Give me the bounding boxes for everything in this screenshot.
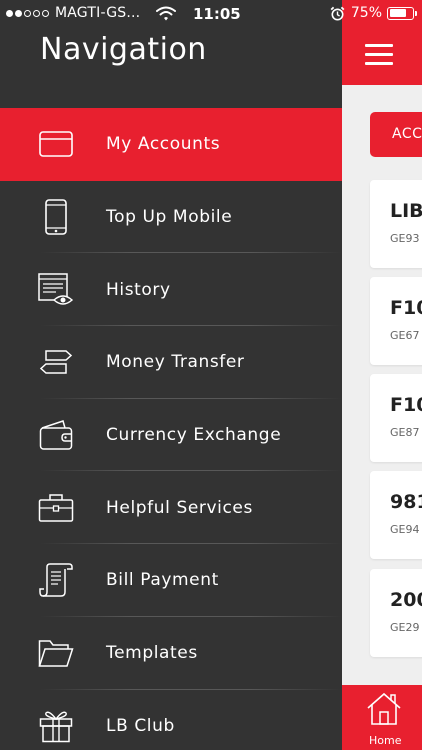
account-card[interactable]: 200 GE29 — [370, 569, 422, 657]
home-icon — [367, 692, 401, 725]
receipt-icon — [37, 561, 75, 599]
home-label: Home — [369, 734, 402, 747]
battery-level — [389, 9, 406, 17]
nav-item-lb-club[interactable]: LB Club — [0, 690, 342, 750]
nav-item-label: Helpful Services — [106, 497, 253, 518]
card-icon — [37, 125, 75, 163]
account-name: F10 — [390, 297, 422, 319]
carrier-name: MAGTI-GS... — [55, 5, 141, 21]
wifi-icon — [156, 6, 177, 20]
hamburger-menu-icon[interactable] — [365, 44, 393, 66]
nav-item-templates[interactable]: Templates — [0, 617, 342, 690]
status-time: 11:05 — [193, 5, 241, 23]
account-name: F10 — [390, 394, 422, 416]
history-eye-icon — [37, 271, 75, 309]
account-name: 981 — [390, 491, 422, 513]
nav-item-label: My Accounts — [106, 134, 221, 155]
bottom-nav-home[interactable]: Home — [342, 685, 422, 750]
nav-item-history[interactable]: History — [0, 253, 342, 327]
alarm-clock-icon — [330, 6, 345, 20]
status-right: 75% — [330, 5, 417, 21]
account-iban: GE94 — [390, 523, 420, 536]
signal-dot-icon — [15, 9, 22, 17]
account-card[interactable]: F10 GE87 — [370, 374, 422, 462]
battery-icon — [387, 6, 417, 20]
wallet-icon — [37, 416, 75, 454]
nav-item-currency-exchange[interactable]: Currency Exchange — [0, 399, 342, 472]
nav-item-top-up-mobile[interactable]: Top Up Mobile — [0, 181, 342, 254]
account-card[interactable]: F10 GE67 — [370, 277, 422, 365]
account-card[interactable]: LIBE GE93 — [370, 180, 422, 268]
hamburger-line — [365, 53, 393, 56]
mobile-phone-icon — [37, 198, 75, 236]
drawer-title: Navigation — [40, 32, 207, 67]
gift-icon — [37, 707, 75, 745]
account-card[interactable]: 981 GE94 — [370, 471, 422, 559]
navigation-drawer: Navigation My Accounts Top Up Mobile His… — [0, 0, 342, 750]
status-bar: MAGTI-GS... 11:05 75% — [0, 0, 422, 28]
nav-item-label: History — [106, 279, 171, 300]
nav-item-label: LB Club — [106, 715, 175, 736]
nav-list: My Accounts Top Up Mobile History Money … — [0, 108, 342, 750]
main-content-panel: ACCO LIBE GE93 F10 GE67 F10 GE87 981 GE9… — [342, 0, 422, 750]
status-left: MAGTI-GS... — [6, 5, 177, 21]
signal-dot-icon — [42, 9, 49, 17]
transfer-arrows-icon — [37, 343, 75, 381]
folder-icon — [37, 634, 75, 672]
hamburger-line — [365, 62, 393, 65]
nav-item-label: Money Transfer — [106, 352, 245, 373]
nav-item-helpful-services[interactable]: Helpful Services — [0, 471, 342, 545]
nav-item-bill-payment[interactable]: Bill Payment — [0, 544, 342, 617]
nav-item-money-transfer[interactable]: Money Transfer — [0, 326, 342, 399]
account-name: LIBE — [390, 200, 422, 222]
account-iban: GE87 — [390, 426, 420, 439]
signal-dot-icon — [6, 9, 13, 17]
account-iban: GE93 — [390, 232, 420, 245]
nav-item-label: Templates — [106, 643, 198, 664]
signal-strength-icon — [6, 9, 51, 17]
nav-item-label: Top Up Mobile — [106, 207, 233, 228]
signal-dot-icon — [24, 9, 31, 17]
nav-item-label: Currency Exchange — [106, 425, 282, 446]
accounts-tab[interactable]: ACCO — [370, 112, 422, 157]
account-iban: GE67 — [390, 329, 420, 342]
hamburger-line — [365, 44, 393, 47]
nav-item-my-accounts[interactable]: My Accounts — [0, 108, 342, 181]
nav-item-label: Bill Payment — [106, 570, 219, 591]
account-name: 200 — [390, 589, 422, 611]
battery-percent: 75% — [350, 5, 382, 21]
signal-dot-icon — [33, 9, 40, 17]
account-iban: GE29 — [390, 621, 420, 634]
briefcase-icon — [37, 489, 75, 527]
